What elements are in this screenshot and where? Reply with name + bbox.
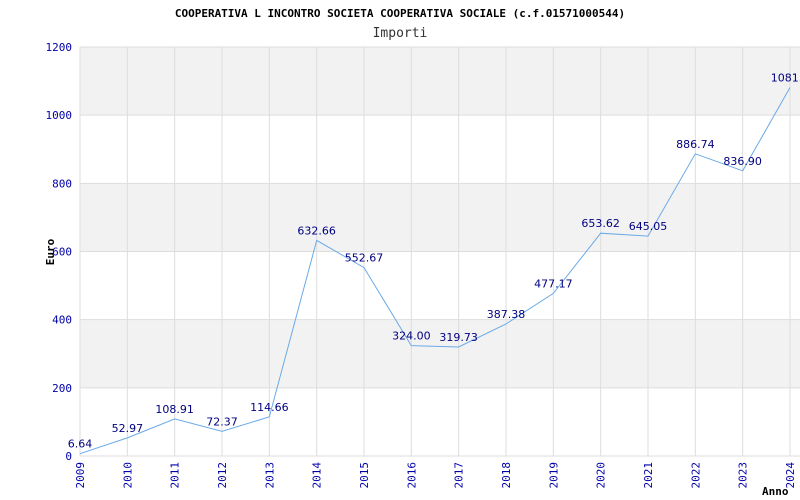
data-label: 387.38 [487, 308, 526, 321]
chart-subtitle: Importi [373, 26, 428, 41]
chart-title: COOPERATIVA L INCONTRO SOCIETA COOPERATI… [175, 7, 625, 20]
grid-band [80, 319, 800, 388]
x-tick-label: 2020 [595, 462, 608, 489]
data-label: 72.37 [206, 415, 238, 428]
y-tick-label: 600 [52, 246, 72, 259]
x-tick-label: 2019 [547, 462, 560, 489]
data-label: 653.62 [581, 217, 620, 230]
y-tick-label: 1000 [46, 109, 73, 122]
data-label: 324.00 [392, 330, 431, 343]
x-tick-label: 2012 [216, 462, 229, 489]
x-tick-label: 2024 [784, 462, 797, 489]
x-axis-ticks: 2009 2010 2011 2012 2013 2014 2015 2016 2017 2018… [74, 462, 797, 489]
x-tick-label: 2010 [121, 462, 134, 489]
data-label: 886.74 [676, 138, 715, 151]
data-label: 1081.3 [771, 71, 800, 84]
data-label: 52.97 [112, 422, 144, 435]
data-label: 114.66 [250, 401, 289, 414]
y-tick-label: 1200 [46, 41, 73, 54]
grid-band [80, 183, 800, 252]
data-label: 319.73 [439, 331, 478, 344]
x-tick-label: 2011 [169, 462, 182, 489]
line-chart: COOPERATIVA L INCONTRO SOCIETA COOPERATI… [44, 7, 800, 498]
x-tick-label: 2018 [500, 462, 513, 489]
data-label: 632.66 [297, 224, 336, 237]
x-tick-label: 2023 [737, 462, 750, 489]
data-label: 645.05 [629, 220, 668, 233]
grid-band [80, 47, 800, 116]
data-label: 552.67 [345, 252, 384, 265]
x-tick-label: 2014 [311, 462, 324, 489]
x-tick-label: 2013 [263, 462, 276, 489]
y-tick-label: 800 [52, 177, 72, 190]
x-tick-label: 2022 [689, 462, 702, 489]
y-tick-label: 400 [52, 314, 72, 327]
x-tick-label: 2016 [405, 462, 418, 489]
x-tick-label: 2009 [74, 462, 87, 489]
data-label: 477.17 [534, 277, 573, 290]
data-label: 836.90 [723, 155, 762, 168]
data-label: 6.64 [68, 438, 93, 451]
data-label: 108.91 [155, 403, 194, 416]
x-tick-label: 2015 [358, 462, 371, 489]
y-tick-label: 0 [65, 450, 72, 463]
y-tick-label: 200 [52, 382, 72, 395]
x-tick-label: 2017 [453, 462, 466, 489]
x-tick-label: 2021 [642, 462, 655, 489]
